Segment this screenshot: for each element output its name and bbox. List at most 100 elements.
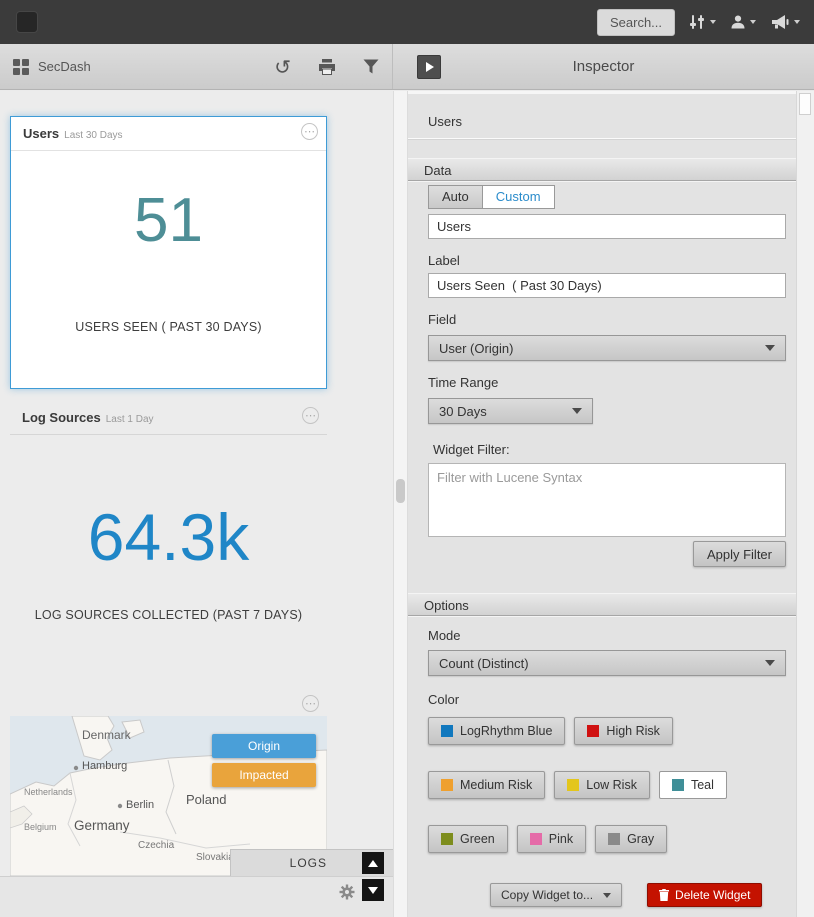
logs-bar: LOGS: [230, 849, 393, 876]
dashboard-scrollbar[interactable]: [393, 91, 408, 917]
color-option-gray[interactable]: Gray: [595, 825, 667, 853]
time-range-select[interactable]: 30 Days: [428, 398, 593, 424]
dashboard-title: SecDash: [38, 59, 91, 74]
inspector-title: Inspector: [393, 58, 814, 75]
widget-subtitle: Last 1 Day: [106, 414, 154, 425]
scrollbar-thumb[interactable]: [396, 479, 405, 503]
inspector-widget-name: Users: [428, 114, 786, 129]
megaphone-icon: [770, 14, 790, 30]
widget-users[interactable]: UsersLast 30 Days ⋯ 51 USERS SEEN ( PAST…: [10, 116, 327, 389]
announcements-menu[interactable]: [770, 14, 800, 30]
scrollbar-thumb[interactable]: [799, 93, 811, 115]
widget-title: Log Sources: [22, 410, 101, 425]
divider: [408, 138, 796, 140]
field-select-value: User (Origin): [439, 341, 513, 356]
sliders-icon: [689, 14, 706, 30]
color-label: LogRhythm Blue: [460, 724, 552, 738]
color-swatch: [441, 725, 453, 737]
widget-menu-icon[interactable]: ⋯: [302, 695, 319, 712]
color-swatch: [567, 779, 579, 791]
chevron-down-icon: [572, 408, 582, 414]
refresh-icon[interactable]: ↺: [274, 57, 291, 77]
color-option-green[interactable]: Green: [428, 825, 508, 853]
time-range-title: Time Range: [428, 375, 786, 390]
color-label: Gray: [627, 832, 654, 846]
users-caption: USERS SEEN ( PAST 30 DAYS): [11, 320, 326, 334]
log-sources-value: 64.3k: [10, 499, 327, 575]
widget-filter-textarea[interactable]: [428, 463, 786, 537]
map-label-country: Slovakia: [196, 852, 234, 863]
map-legend: Origin Impacted: [212, 734, 316, 792]
search-button[interactable]: Search...: [597, 9, 675, 36]
app-logo-icon[interactable]: [16, 11, 38, 33]
dashboard-toolbar: SecDash ↺: [0, 44, 393, 89]
tab-auto[interactable]: Auto: [428, 185, 483, 209]
map-label-country: Germany: [74, 818, 130, 833]
user-menu[interactable]: [730, 14, 756, 30]
color-option-logrhythm-blue[interactable]: LogRhythm Blue: [428, 717, 565, 745]
data-source-tabs: Auto Custom: [428, 185, 786, 209]
dashboard-grid-icon[interactable]: [13, 59, 29, 75]
inspector-scrollbar[interactable]: [796, 91, 814, 917]
field-title: Field: [428, 312, 786, 327]
color-swatch: [608, 833, 620, 845]
trash-icon: [659, 889, 669, 901]
gear-icon[interactable]: [339, 884, 355, 900]
widget-log-sources-header: Log Sources Last 1 Day ⋯: [10, 401, 327, 435]
apply-filter-button[interactable]: Apply Filter: [693, 541, 786, 567]
collapse-logs-button[interactable]: [362, 879, 384, 901]
user-icon: [730, 14, 746, 30]
delete-widget-button[interactable]: Delete Widget: [647, 883, 762, 907]
dashboard-bottom-bar: [0, 876, 393, 917]
legend-impacted-button[interactable]: Impacted: [212, 763, 316, 787]
color-option-pink[interactable]: Pink: [517, 825, 586, 853]
expand-logs-button[interactable]: [362, 852, 384, 874]
color-label: Medium Risk: [460, 778, 532, 792]
map-label-country: Denmark: [82, 728, 131, 742]
inspector-footer: Copy Widget to... Delete Widget: [428, 883, 786, 907]
color-option-teal[interactable]: Teal: [659, 771, 727, 799]
time-range-select-value: 30 Days: [439, 404, 487, 419]
chevron-down-icon: [765, 345, 775, 351]
color-option-high-risk[interactable]: High Risk: [574, 717, 673, 745]
widget-users-header: UsersLast 30 Days ⋯: [11, 117, 326, 151]
toolbar: SecDash ↺ Inspector: [0, 44, 814, 90]
inspector-panel: Users Data Auto Custom Label Field User …: [408, 91, 814, 917]
widget-name-input[interactable]: [428, 214, 786, 239]
legend-origin-button[interactable]: Origin: [212, 734, 316, 758]
dashboard-panel: UsersLast 30 Days ⋯ 51 USERS SEEN ( PAST…: [0, 91, 393, 917]
color-label: Teal: [691, 778, 714, 792]
color-swatch: [672, 779, 684, 791]
copy-widget-button[interactable]: Copy Widget to...: [490, 883, 622, 907]
map-label-country: Poland: [186, 792, 226, 807]
color-title: Color: [428, 692, 786, 707]
widget-map[interactable]: ⋯ Denmark: [10, 689, 327, 876]
color-option-medium-risk[interactable]: Medium Risk: [428, 771, 545, 799]
chevron-down-icon: [603, 893, 611, 898]
screen: Search...: [0, 0, 814, 917]
users-value: 51: [11, 185, 326, 256]
print-icon[interactable]: [318, 59, 336, 75]
map-label-city: Hamburg: [82, 760, 127, 772]
filter-settings-menu[interactable]: [689, 14, 716, 30]
mode-select[interactable]: Count (Distinct): [428, 650, 786, 676]
chevron-down-icon: [750, 20, 756, 24]
options-section-header: Options: [408, 593, 796, 616]
widget-filter-title: Widget Filter:: [428, 442, 786, 457]
tab-custom[interactable]: Custom: [482, 185, 555, 209]
delete-widget-label: Delete Widget: [675, 888, 750, 902]
log-sources-caption: LOG SOURCES COLLECTED (PAST 7 DAYS): [10, 608, 327, 622]
color-option-low-risk[interactable]: Low Risk: [554, 771, 650, 799]
map-label-city: Berlin: [126, 799, 154, 811]
copy-widget-label: Copy Widget to...: [501, 888, 593, 902]
widget-label-input[interactable]: [428, 273, 786, 298]
widget-log-sources[interactable]: Log Sources Last 1 Day ⋯ 64.3k LOG SOURCE…: [10, 401, 327, 681]
chevron-down-icon: [765, 660, 775, 666]
field-select[interactable]: User (Origin): [428, 335, 786, 361]
widget-title: Users: [23, 126, 59, 141]
widget-menu-icon[interactable]: ⋯: [301, 123, 318, 140]
filter-funnel-icon[interactable]: [363, 59, 379, 74]
color-row: Green Pink Gray: [428, 825, 786, 853]
topbar: Search...: [0, 0, 814, 44]
widget-menu-icon[interactable]: ⋯: [302, 407, 319, 424]
